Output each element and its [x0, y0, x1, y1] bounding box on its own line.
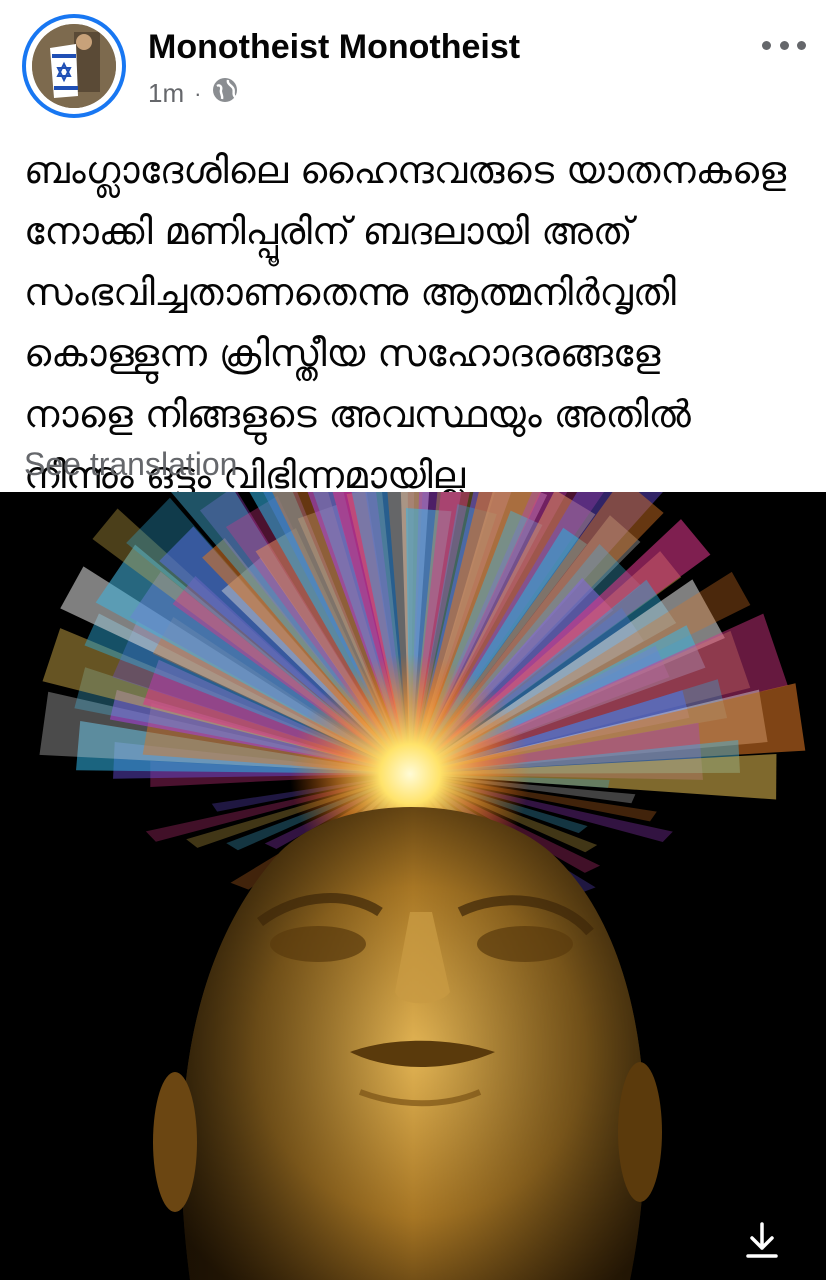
author-name[interactable]: Monotheist Monotheist: [148, 28, 520, 67]
post-time[interactable]: 1m: [148, 78, 184, 109]
post-text-line: സംഭവിച്ചതാണതെന്നു ആത്മനിർവൃതി: [24, 270, 676, 314]
download-icon[interactable]: [742, 1220, 782, 1260]
globe-icon[interactable]: [211, 76, 239, 111]
see-translation-link[interactable]: See translation: [24, 446, 237, 483]
profile-photo[interactable]: [32, 24, 116, 108]
post-text-line: കൊള്ളുന്ന ക്രിസ്തീയ സഹോദരങ്ങളേ: [24, 331, 661, 375]
post-photo[interactable]: [0, 492, 826, 1280]
post-text-line: നാളെ നിങ്ങളുടെ അവസ്ഥയും അതിൽ: [24, 392, 691, 436]
post-text-line: നോക്കി മണിപ്പൂരിന് ബദലായി അത്: [24, 209, 633, 253]
meta-separator: ·: [194, 80, 202, 106]
post-meta: 1m ·: [148, 76, 239, 111]
avatar[interactable]: [22, 14, 126, 118]
post-header: Monotheist Monotheist 1m ·: [0, 0, 826, 130]
more-horizontal-icon[interactable]: [762, 30, 806, 60]
post-text-line: ബംഗ്ലാദേശിലെ ഹൈന്ദവരുടെ യാതനകളെ: [24, 148, 787, 192]
